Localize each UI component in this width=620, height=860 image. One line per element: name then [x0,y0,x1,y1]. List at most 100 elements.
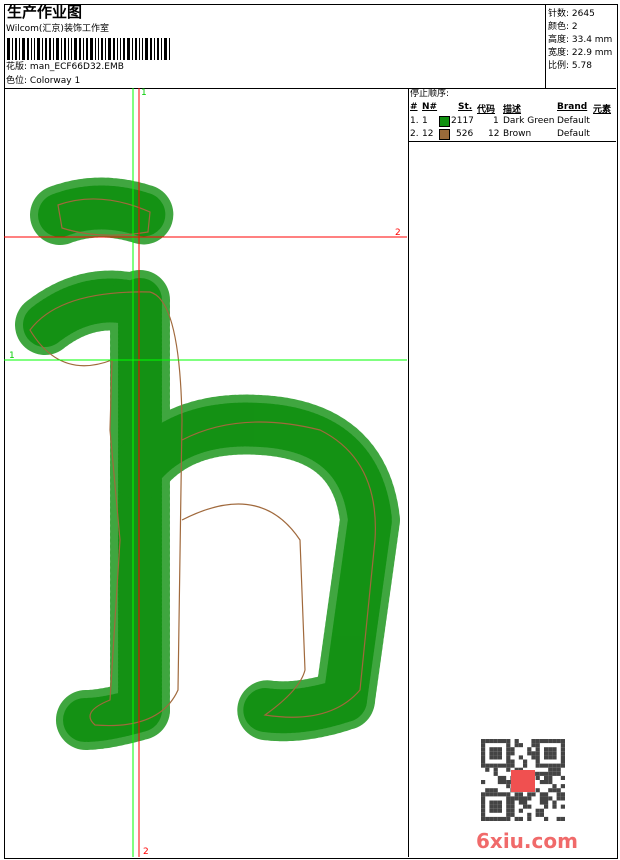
qr-module [481,763,486,768]
design-preview [4,88,407,857]
guide-label-top: 1 [141,88,147,98]
qr-module [556,771,561,776]
qr-module [539,763,544,768]
qr-module [510,747,515,752]
qr-module [518,808,523,813]
qr-module [527,792,532,797]
qr-module [539,771,544,776]
guide-label-bottom: 2 [143,847,149,857]
qr-module [556,763,561,768]
qr-module [502,775,507,780]
qr-module [506,784,511,789]
qr-module [544,816,549,821]
qr-module [510,808,515,813]
qr-module [497,739,502,744]
qr-module [493,800,498,805]
qr-module [506,808,511,813]
qr-module [535,755,540,760]
qr-module [527,816,532,821]
qr-module [548,747,553,752]
qr-module [523,796,528,801]
qr-module [506,755,511,760]
qr-module [481,792,486,797]
qr-module [531,792,536,797]
qr-module [552,784,557,789]
qr-module [523,763,528,768]
qr-module [518,796,523,801]
qr-module [518,755,523,760]
guide-label-green: 1 [9,351,15,361]
qr-module [523,800,528,805]
qr-module [489,804,494,809]
qr-module [552,763,557,768]
qr-module [493,751,498,756]
qr-module [548,775,553,780]
qr-module [556,816,561,821]
qr-module [506,812,511,817]
qr-module [560,751,565,756]
qr-module [548,771,553,776]
qr-module [535,788,540,793]
qr-module [552,755,557,760]
qr-module [560,747,565,752]
qr-module [510,812,515,817]
stitch-fill [15,177,400,750]
qr-module [514,743,519,748]
qr-module [493,771,498,776]
qr-module [560,784,565,789]
qr-module [544,792,549,797]
qr-module [489,755,494,760]
qr-module [548,780,553,785]
qr-module [560,755,565,760]
qr-module [489,763,494,768]
qr-module [481,808,486,813]
qr-module [506,747,511,752]
qr-module [560,816,565,821]
qr-module [514,792,519,797]
qr-module [506,767,511,772]
qr-module [489,739,494,744]
qr-module [560,763,565,768]
qr-module [493,767,498,772]
qr-module [535,808,540,813]
qr-module [506,763,511,768]
qr-module [544,780,549,785]
qr-module [552,739,557,744]
qr-module [489,808,494,813]
qr-module [510,800,515,805]
qr-module [556,739,561,744]
qr-module [493,816,498,821]
qr-module [544,775,549,780]
qr-module [506,800,511,805]
qr-module [552,767,557,772]
qr-module [481,751,486,756]
qr-module [523,804,528,809]
qr-module [531,751,536,756]
qr-module [493,788,498,793]
qr-module [556,796,561,801]
qr-module [502,816,507,821]
qr-module [489,788,494,793]
qr-module [481,755,486,760]
qr-module [481,759,486,764]
qr-module [556,788,561,793]
qr-module [531,743,536,748]
qr-module [535,771,540,776]
qr-module [518,816,523,821]
qr-module [506,780,511,785]
qr-module [481,739,486,744]
qr-module [556,792,561,797]
qr-module [506,804,511,809]
qr-module [485,763,490,768]
qr-module [560,743,565,748]
qr-module [556,767,561,772]
qr-module [560,796,565,801]
qr-module [497,816,502,821]
qr-module [497,792,502,797]
qr-module [481,780,486,785]
qr-module [510,751,515,756]
qr-module [481,816,486,821]
qr-module [481,812,486,817]
qr-module [544,804,549,809]
qr-module [544,747,549,752]
